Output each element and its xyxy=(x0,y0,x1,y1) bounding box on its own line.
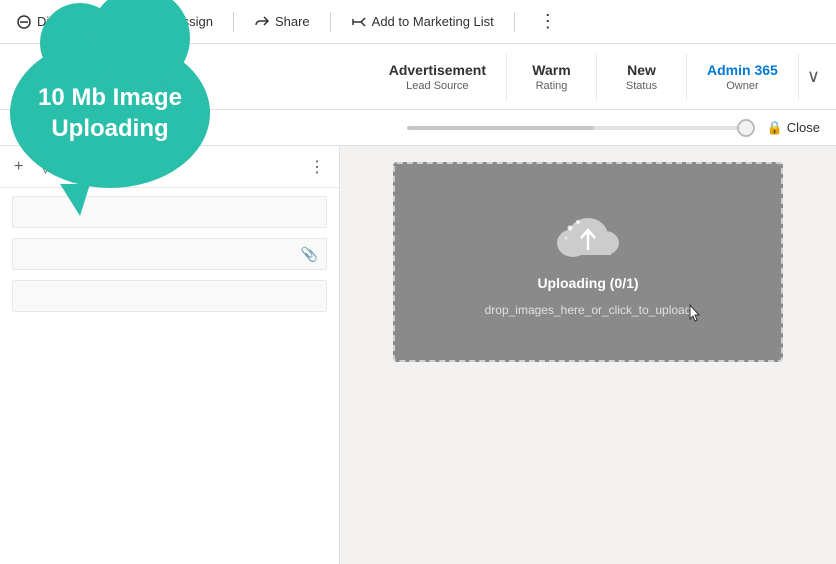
upload-cloud-icon xyxy=(553,208,623,263)
owner-label: Owner xyxy=(726,80,758,92)
lock-icon: 🔒 xyxy=(767,120,783,136)
uploading-label: Uploading (0/1) xyxy=(537,275,638,291)
progress-track xyxy=(407,126,747,130)
add-to-marketing-button[interactable]: Add to Marketing List xyxy=(351,14,494,30)
marketing-icon xyxy=(351,14,367,30)
rating-value: Warm xyxy=(532,62,570,78)
right-panel: Uploading (0/1) drop_images_here_or_clic… xyxy=(340,146,836,564)
share-icon xyxy=(254,14,270,30)
more-button[interactable]: ⋮ xyxy=(539,11,557,32)
disqualify-icon xyxy=(16,14,32,30)
share-button[interactable]: Share xyxy=(254,14,310,30)
cursor-indicator xyxy=(689,304,701,322)
progress-fill xyxy=(407,126,594,130)
panel-row-3[interactable] xyxy=(12,280,327,312)
cloud-shape: 10 Mb Image Uploading xyxy=(10,38,210,188)
panel-row-2[interactable]: 📎 xyxy=(12,238,327,270)
separator-3 xyxy=(330,12,331,32)
upload-box[interactable]: Uploading (0/1) drop_images_here_or_clic… xyxy=(393,162,783,362)
owner-field: Admin 365 Owner xyxy=(687,54,799,100)
status-field: New Status xyxy=(597,54,687,100)
attachment-icon: 📎 xyxy=(301,246,318,263)
lead-source-field: Advertisement Lead Source xyxy=(369,54,507,100)
cloud-tooltip: 10 Mb Image Uploading xyxy=(10,38,210,188)
status-value: New xyxy=(627,62,656,78)
owner-value[interactable]: Admin 365 xyxy=(707,62,778,78)
panel-rows: 📎 xyxy=(0,188,339,320)
left-panel: + ▽ ≡ ⋮ 📎 xyxy=(0,146,340,564)
panel-more-icon[interactable]: ⋮ xyxy=(309,157,325,177)
cloud-tail xyxy=(60,184,90,216)
lead-source-value: Advertisement xyxy=(389,62,486,78)
rating-label: Rating xyxy=(536,80,568,92)
close-label: Close xyxy=(787,120,820,135)
drop-label: drop_images_here_or_click_to_upload xyxy=(485,303,692,317)
close-button[interactable]: 🔒 Close xyxy=(767,120,820,136)
cloud-text: 10 Mb Image Uploading xyxy=(38,82,182,144)
main-content: 10 Mb Image Uploading + ▽ ≡ ⋮ 📎 xyxy=(0,146,836,564)
rating-field: Warm Rating xyxy=(507,54,597,100)
separator-4 xyxy=(514,12,515,32)
status-label: Status xyxy=(626,80,657,92)
separator-2 xyxy=(233,12,234,32)
lead-source-label: Lead Source xyxy=(406,80,468,92)
header-chevron-icon[interactable]: ∨ xyxy=(807,66,820,87)
progress-dot xyxy=(737,119,755,137)
